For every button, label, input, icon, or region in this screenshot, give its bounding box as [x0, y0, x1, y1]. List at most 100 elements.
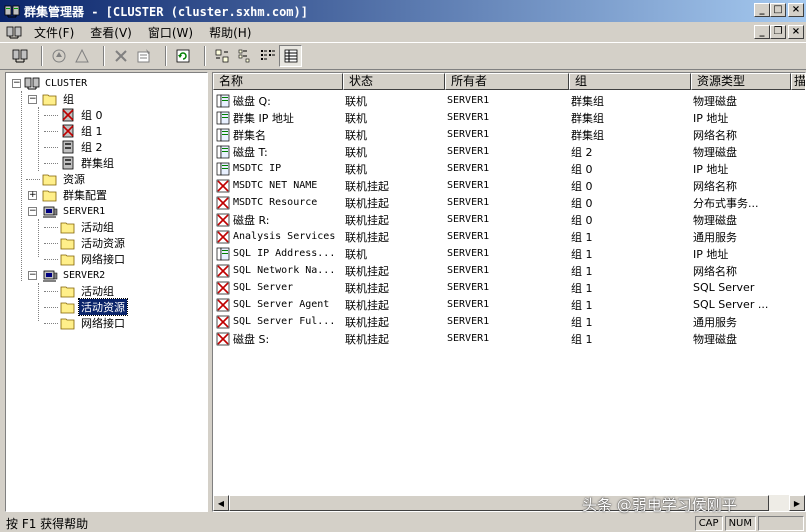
- cell-name: MSDTC IP: [213, 161, 343, 177]
- tree-label: SERVER1: [63, 205, 106, 217]
- tree-node-server2-active-resources[interactable]: 活动资源: [60, 298, 128, 316]
- cell-owner: SERVER1: [445, 197, 569, 208]
- column-header-description[interactable]: 描: [791, 73, 805, 90]
- expander-groups[interactable]: −: [28, 95, 37, 104]
- toolbar-separator: [204, 46, 206, 66]
- child-minimize-button[interactable]: _: [754, 25, 770, 39]
- expander-cluster[interactable]: −: [12, 79, 21, 88]
- owner-value: SERVER1: [447, 129, 500, 140]
- resource-name: 群集 IP 地址: [233, 111, 294, 125]
- cell-state: 联机: [345, 94, 367, 108]
- menu-view[interactable]: 查看(V): [82, 24, 140, 41]
- tree-label-selected: 活动资源: [78, 298, 128, 316]
- resource-pending-icon: [216, 264, 230, 277]
- tree-node-server1-active-groups[interactable]: 活动组: [60, 219, 116, 235]
- cell-state: 联机挂起: [345, 298, 389, 312]
- list-view-button[interactable]: [256, 45, 279, 67]
- cell-resource-type: 物理磁盘: [693, 94, 737, 108]
- resource-online-icon: [216, 145, 230, 158]
- tree-node-server2[interactable]: SERVER2: [42, 267, 107, 283]
- list-header: 名称 状态 所有者 组 资源类型 描: [213, 73, 805, 90]
- tree-node-groups[interactable]: 组: [42, 91, 76, 107]
- resource-list[interactable]: 名称 状态 所有者 组 资源类型 描 磁盘 Q: 联机 SERVER1 群集组 物理磁盘…: [212, 72, 806, 512]
- table-row[interactable]: MSDTC IP 联机 SERVER1 组 0 IP 地址: [213, 160, 805, 177]
- column-header-resource-type[interactable]: 资源类型: [691, 73, 791, 90]
- table-row[interactable]: SQL Server Ful... 联机挂起 SERVER1 组 1 通用服务: [213, 313, 805, 330]
- menu-help[interactable]: 帮助(H): [201, 24, 259, 41]
- owner-value: SERVER1: [447, 316, 500, 327]
- owner-value: SERVER1: [447, 282, 500, 293]
- cell-name: SQL Server Agent: [213, 297, 343, 313]
- minimize-button[interactable]: _: [754, 3, 770, 17]
- scroll-right-button[interactable]: ▶: [789, 495, 805, 511]
- column-header-owner[interactable]: 所有者: [445, 73, 569, 90]
- table-row[interactable]: SQL Network Na... 联机挂起 SERVER1 组 1 网络名称: [213, 262, 805, 279]
- resource-online-icon: [216, 128, 230, 141]
- tree-node-group-0[interactable]: 组 0: [60, 107, 105, 123]
- bring-online-button[interactable]: [47, 45, 70, 67]
- column-header-group[interactable]: 组: [569, 73, 691, 90]
- scroll-left-button[interactable]: ◀: [213, 495, 229, 511]
- delete-button[interactable]: [109, 45, 132, 67]
- large-icons-view-button[interactable]: [210, 45, 233, 67]
- close-button[interactable]: ×: [788, 3, 804, 17]
- column-header-name[interactable]: 名称: [213, 73, 343, 90]
- open-connection-button[interactable]: [8, 45, 31, 67]
- cell-group: 组 1: [571, 332, 593, 346]
- details-view-button[interactable]: [279, 45, 302, 67]
- tree-node-cluster-group[interactable]: 群集组: [60, 155, 116, 171]
- table-row[interactable]: 磁盘 S: 联机挂起 SERVER1 组 1 物理磁盘: [213, 330, 805, 347]
- tree-label: 网络接口: [81, 317, 125, 330]
- tree-line: [21, 91, 22, 281]
- tree-node-server1-network-interfaces[interactable]: 网络接口: [60, 251, 127, 267]
- table-row[interactable]: SQL Server 联机挂起 SERVER1 组 1 SQL Server: [213, 279, 805, 296]
- column-header-state[interactable]: 状态: [343, 73, 445, 90]
- child-restore-button[interactable]: ❐: [770, 25, 786, 39]
- table-row[interactable]: 群集名 联机 SERVER1 群集组 网络名称: [213, 126, 805, 143]
- tree-node-group-2[interactable]: 组 2: [60, 139, 105, 155]
- tree-node-server1[interactable]: SERVER1: [42, 203, 107, 219]
- table-row[interactable]: Analysis Services 联机挂起 SERVER1 组 1 通用服务: [213, 228, 805, 245]
- table-row[interactable]: 磁盘 Q: 联机 SERVER1 群集组 物理磁盘: [213, 92, 805, 109]
- menu-file[interactable]: 文件(F): [26, 24, 82, 41]
- expander-server1[interactable]: −: [28, 207, 37, 216]
- child-close-button[interactable]: ×: [788, 25, 804, 39]
- resource-name: 磁盘 S:: [233, 332, 270, 346]
- table-row[interactable]: SQL Server Agent 联机挂起 SERVER1 组 1 SQL Server…: [213, 296, 805, 313]
- cluster-icon: [12, 49, 27, 63]
- cell-owner: SERVER1: [445, 163, 569, 174]
- small-icons-view-button[interactable]: [233, 45, 256, 67]
- small-icons-icon: [238, 49, 249, 63]
- table-row[interactable]: 磁盘 R: 联机挂起 SERVER1 组 0 物理磁盘: [213, 211, 805, 228]
- tree-label: 活动组: [81, 285, 114, 298]
- tree-node-group-1[interactable]: 组 1: [60, 123, 105, 139]
- refresh-button[interactable]: [171, 45, 194, 67]
- properties-button[interactable]: [132, 45, 155, 67]
- take-offline-button[interactable]: [70, 45, 93, 67]
- tree-node-cluster-config[interactable]: 群集配置: [42, 187, 109, 203]
- menu-window[interactable]: 窗口(W): [140, 24, 201, 41]
- cluster-tree[interactable]: − CLUSTER − 组 组 0 组 1 组 2 群集组 资源 + 群集配置 …: [5, 72, 208, 512]
- resource-pending-icon: [216, 196, 230, 209]
- table-row[interactable]: 磁盘 T: 联机 SERVER1 组 2 物理磁盘: [213, 143, 805, 160]
- tree-node-server1-active-resources[interactable]: 活动资源: [60, 235, 127, 251]
- resource-pending-icon: [216, 213, 230, 226]
- mdi-document-icon[interactable]: [6, 24, 22, 40]
- expander-server2[interactable]: −: [28, 271, 37, 280]
- table-row[interactable]: MSDTC Resource 联机挂起 SERVER1 组 0 分布式事务...: [213, 194, 805, 211]
- tree-node-server2-network-interfaces[interactable]: 网络接口: [60, 315, 127, 331]
- tree-node-cluster[interactable]: CLUSTER: [24, 75, 89, 91]
- table-row[interactable]: 群集 IP 地址 联机 SERVER1 群集组 IP 地址: [213, 109, 805, 126]
- resource-name: SQL Server Agent: [233, 299, 330, 310]
- caps-lock-indicator: CAP: [694, 515, 723, 531]
- tree-node-server2-active-groups[interactable]: 活动组: [60, 283, 116, 299]
- cell-group: 组 0: [571, 179, 593, 193]
- expander-cluster-config[interactable]: +: [28, 191, 37, 200]
- tree-node-resources[interactable]: 资源: [42, 171, 87, 187]
- maximize-button[interactable]: □: [770, 3, 786, 17]
- cell-resource-type: 物理磁盘: [693, 213, 737, 227]
- table-row[interactable]: MSDTC NET NAME 联机挂起 SERVER1 组 0 网络名称: [213, 177, 805, 194]
- title-bar[interactable]: 群集管理器 - [CLUSTER (cluster.sxhm.com)] _ □…: [0, 0, 806, 22]
- folder-icon: [60, 254, 75, 266]
- table-row[interactable]: SQL IP Address... 联机 SERVER1 组 1 IP 地址: [213, 245, 805, 262]
